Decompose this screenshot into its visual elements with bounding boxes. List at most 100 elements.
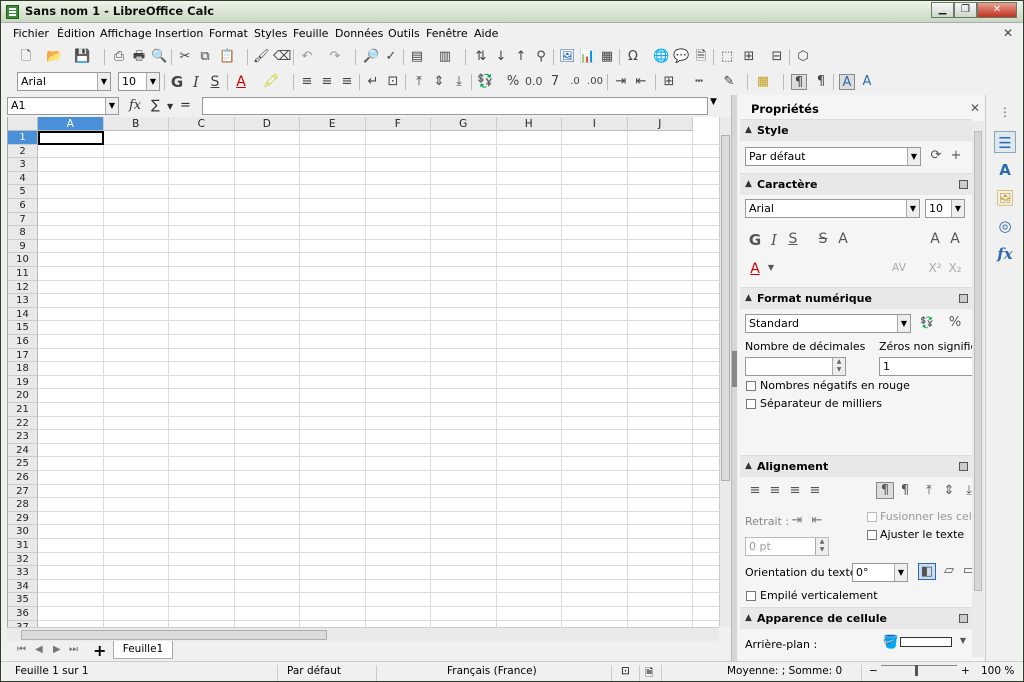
decimals-input[interactable]: ▲ ▼: [745, 357, 846, 376]
collapse-triangle-icon[interactable]: ▲: [745, 293, 752, 303]
close-panel-icon[interactable]: ✕: [970, 101, 980, 115]
center-vertically-icon[interactable]: ⇕: [940, 483, 958, 498]
select-all-corner[interactable]: [8, 117, 38, 131]
row-header[interactable]: 17: [8, 348, 38, 363]
last-sheet-icon[interactable]: ⏭: [69, 644, 78, 655]
comment-icon[interactable]: 💬: [673, 49, 689, 65]
row-header[interactable]: 3: [8, 158, 38, 172]
align-left-icon[interactable]: ≡: [299, 74, 315, 90]
header-footer-icon[interactable]: 🗎: [693, 49, 709, 65]
row-header[interactable]: 30: [8, 525, 38, 539]
chevron-down-icon[interactable]: ▼: [894, 564, 907, 581]
align-center-icon[interactable]: ≡: [319, 74, 335, 90]
close-document-icon[interactable]: ✕: [1003, 26, 1013, 40]
collapse-triangle-icon[interactable]: ▲: [745, 461, 752, 471]
merge-cells-icon[interactable]: ⊡: [385, 74, 401, 90]
border-style-icon[interactable]: ┅: [691, 74, 707, 90]
insert-mode-icon[interactable]: ⊡: [621, 665, 630, 677]
menu-insertion[interactable]: Insertion: [155, 27, 203, 40]
shrink-font-icon[interactable]: A: [946, 231, 964, 247]
bold-icon[interactable]: G: [169, 74, 185, 90]
text-extension-from-upper-border-icon[interactable]: ▱: [940, 563, 958, 578]
insert-chart-icon[interactable]: 📊: [579, 49, 595, 65]
new-document-icon[interactable]: 🗋: [18, 49, 34, 65]
row-header[interactable]: 23: [8, 430, 38, 444]
menu-fichier[interactable]: Fichier: [13, 27, 49, 40]
menu-format[interactable]: Format: [209, 27, 248, 40]
style-select[interactable]: Par défaut ▼: [745, 147, 921, 166]
underline-icon[interactable]: S: [784, 231, 802, 247]
row-header[interactable]: 24: [8, 443, 38, 458]
collapse-triangle-icon[interactable]: ▲: [745, 125, 752, 135]
chevron-down-icon[interactable]: ▼: [167, 102, 173, 111]
vertical-scrollbar[interactable]: [719, 117, 731, 627]
align-top-icon[interactable]: ⤒: [920, 483, 938, 498]
first-sheet-icon[interactable]: ⏮: [17, 644, 26, 655]
row-header[interactable]: 36: [8, 607, 38, 621]
add-decimal-icon[interactable]: .0: [567, 74, 583, 90]
subscript-icon[interactable]: X₂: [946, 261, 964, 275]
chevron-down-icon[interactable]: ▼: [906, 200, 919, 217]
row-header[interactable]: 12: [8, 280, 38, 295]
menu-aide[interactable]: Aide: [474, 27, 498, 40]
properties-deck-icon[interactable]: ☰: [994, 131, 1016, 153]
formula-input[interactable]: [202, 97, 708, 115]
grow-font-icon[interactable]: A: [926, 231, 944, 247]
strikethrough-icon[interactable]: S: [814, 231, 832, 247]
document-modified-icon[interactable]: 🗎: [645, 665, 653, 682]
row-icon[interactable]: ▤: [409, 49, 425, 65]
chevron-down-icon[interactable]: ▼: [897, 315, 910, 332]
expand-formula-bar-icon[interactable]: ▼: [710, 97, 717, 107]
merge-cells-checkbox[interactable]: [867, 512, 877, 522]
name-box[interactable]: A1 ▼: [7, 97, 119, 115]
borders-icon[interactable]: ⊞: [661, 74, 677, 90]
row-header[interactable]: 28: [8, 498, 38, 512]
row-header[interactable]: 32: [8, 552, 38, 567]
zoom-out-button[interactable]: −: [869, 665, 878, 677]
column-header[interactable]: J: [627, 117, 693, 131]
row-header[interactable]: 27: [8, 484, 38, 499]
open-folder-icon[interactable]: 📂: [46, 49, 62, 65]
menu-feuille[interactable]: Feuille: [293, 27, 328, 40]
negative-red-checkbox[interactable]: [746, 381, 756, 391]
row-header[interactable]: 25: [8, 457, 38, 471]
column-header[interactable]: A: [38, 117, 104, 131]
row-header[interactable]: 18: [8, 362, 38, 376]
minimize-button[interactable]: ▁: [931, 2, 954, 18]
freeze-panes-icon[interactable]: ⊞: [741, 49, 757, 65]
print-icon[interactable]: 🖶: [131, 49, 147, 65]
zoom-slider-knob[interactable]: [915, 665, 918, 676]
conditional-format-icon[interactable]: ▦: [755, 74, 771, 90]
increase-indent-icon[interactable]: ⇥: [788, 513, 806, 528]
column-header[interactable]: F: [365, 117, 431, 131]
wrap-text-checkbox[interactable]: [867, 530, 877, 540]
leading-zeros-input[interactable]: 1: [879, 357, 979, 376]
row-header[interactable]: 33: [8, 566, 38, 580]
more-options-icon[interactable]: [959, 462, 968, 471]
collapse-triangle-icon[interactable]: ▲: [745, 179, 752, 189]
menu-fenetre[interactable]: Fenêtre: [426, 27, 468, 40]
column-header[interactable]: H: [496, 117, 562, 131]
hyperlink-icon[interactable]: 🌐: [653, 49, 669, 65]
row-header[interactable]: 6: [8, 199, 38, 213]
new-style-icon[interactable]: +: [947, 148, 965, 163]
row-header[interactable]: 15: [8, 321, 38, 335]
update-style-icon[interactable]: ⟳: [927, 148, 945, 163]
align-right-icon[interactable]: ≡: [339, 74, 355, 90]
splitter-grip[interactable]: [732, 351, 737, 387]
functions-deck-icon[interactable]: fx: [994, 243, 1016, 265]
horizontal-scroll-thumb[interactable]: [21, 630, 327, 640]
chevron-down-icon[interactable]: ▼: [105, 98, 118, 114]
decrease-indent-icon[interactable]: ⇤: [633, 74, 649, 90]
section-cell-appearance[interactable]: ▲ Apparence de cellule: [740, 607, 972, 629]
styles-deck-icon[interactable]: A: [994, 159, 1016, 181]
stacked-vertically-checkbox[interactable]: [746, 591, 756, 601]
spin-button-icon[interactable]: ▲ ▼: [815, 538, 828, 555]
row-header[interactable]: 2: [8, 144, 38, 159]
zoom-in-button[interactable]: +: [961, 665, 970, 677]
shadow-icon[interactable]: A: [834, 231, 852, 247]
currency-format-icon[interactable]: 💱: [477, 74, 493, 90]
horizontal-scrollbar[interactable]: [7, 627, 719, 641]
align-center-icon[interactable]: ≡: [766, 483, 784, 498]
show-draw-functions-icon[interactable]: ⬡: [795, 49, 811, 65]
